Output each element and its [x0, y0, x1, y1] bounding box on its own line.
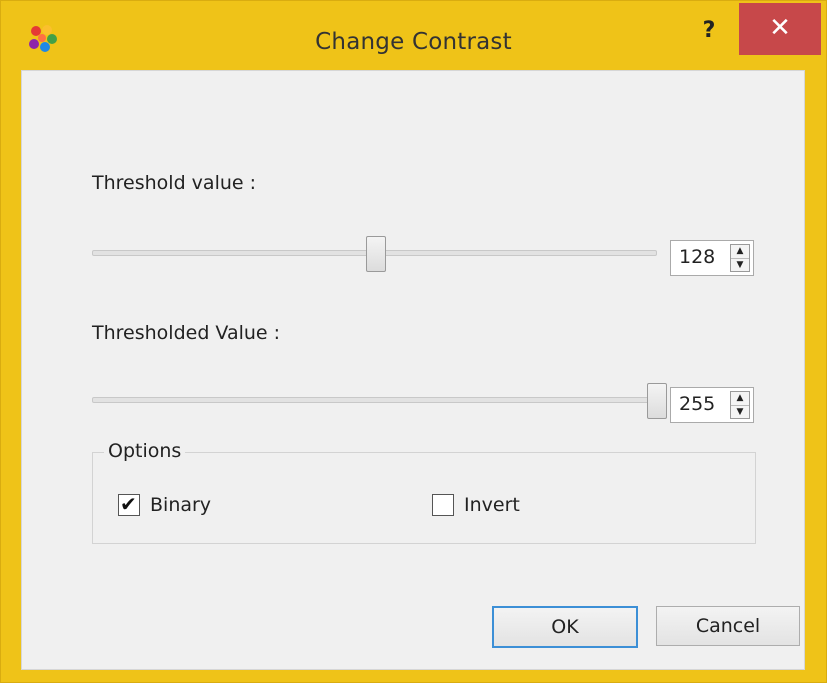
spin-up-icon[interactable]: ▲ — [731, 245, 749, 259]
help-button[interactable]: ? — [691, 11, 727, 51]
binary-checkbox[interactable]: ✔ — [118, 492, 140, 516]
spin-down-icon[interactable]: ▼ — [731, 406, 749, 419]
invert-checkbox[interactable] — [432, 494, 454, 516]
threshold-value[interactable]: 128 — [679, 246, 715, 268]
ok-button[interactable]: OK — [492, 606, 638, 648]
checkmark-icon: ✔ — [120, 492, 137, 516]
thresholded-spin-arrows[interactable]: ▲ ▼ — [730, 391, 750, 419]
cancel-button[interactable]: Cancel — [656, 606, 800, 646]
thresholded-slider-track[interactable] — [92, 397, 657, 403]
invert-label[interactable]: Invert — [464, 494, 520, 516]
thresholded-spinbox[interactable]: 255 ▲ ▼ — [670, 387, 754, 423]
threshold-slider-handle[interactable] — [366, 236, 386, 272]
title-bar[interactable]: Change Contrast ? ✕ — [1, 1, 826, 71]
thresholded-label: Thresholded Value : — [92, 322, 281, 344]
spin-up-icon[interactable]: ▲ — [731, 392, 749, 406]
threshold-label: Threshold value : — [92, 172, 257, 194]
threshold-spinbox[interactable]: 128 ▲ ▼ — [670, 240, 754, 276]
thresholded-value[interactable]: 255 — [679, 393, 715, 415]
thresholded-slider[interactable] — [92, 383, 667, 419]
threshold-spin-arrows[interactable]: ▲ ▼ — [730, 244, 750, 272]
threshold-slider[interactable] — [92, 236, 657, 272]
spin-down-icon[interactable]: ▼ — [731, 259, 749, 272]
binary-label[interactable]: Binary — [150, 494, 211, 516]
close-button[interactable]: ✕ — [739, 3, 821, 55]
thresholded-slider-handle[interactable] — [647, 383, 667, 419]
options-title: Options — [104, 440, 186, 462]
